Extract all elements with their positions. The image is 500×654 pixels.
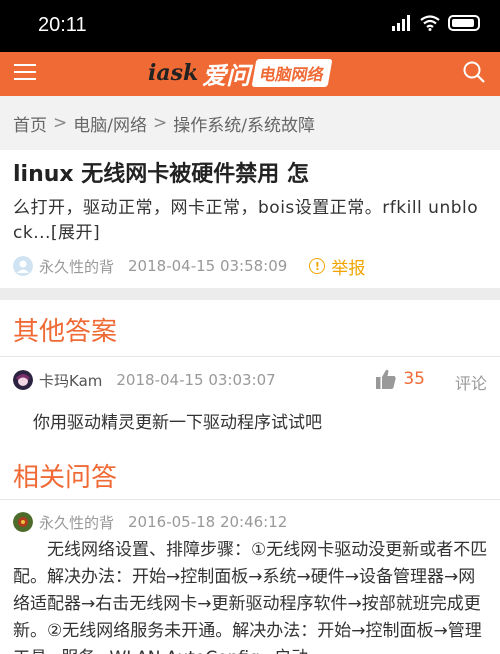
other-answers-title: 其他答案 bbox=[13, 317, 118, 347]
breadcrumb-category[interactable]: 电脑/网络 bbox=[73, 111, 147, 136]
section-gap bbox=[0, 288, 500, 300]
battery-icon bbox=[448, 15, 480, 31]
like-count: 35 bbox=[403, 369, 425, 389]
breadcrumb-home[interactable]: 首页 bbox=[13, 111, 47, 136]
breadcrumb: 首页 > 电脑/网络 > 操作系统/系统故障 bbox=[0, 96, 500, 150]
related-meta: 永久性的背 2016-05-18 20:46:12 bbox=[13, 510, 287, 534]
question-meta: 永久性的背 2018-04-15 03:58:09 ! 举报 bbox=[13, 254, 487, 279]
search-icon[interactable] bbox=[462, 60, 486, 84]
status-bar: 20:11 bbox=[0, 0, 500, 52]
app-header: iask 爱问 电脑网络 bbox=[0, 52, 500, 96]
breadcrumb-separator: > bbox=[152, 113, 168, 133]
related-time: 2016-05-18 20:46:12 bbox=[128, 513, 288, 531]
question-author[interactable]: 永久性的背 bbox=[39, 256, 114, 277]
comment-button[interactable]: 评论 bbox=[455, 370, 487, 394]
signal-icon bbox=[392, 15, 410, 31]
question-time: 2018-04-15 03:58:09 bbox=[128, 257, 288, 275]
divider bbox=[0, 356, 500, 357]
answer-author[interactable]: 卡玛Kam bbox=[39, 370, 102, 391]
report-label: 举报 bbox=[331, 258, 366, 279]
related-answer-text[interactable]: 无线网络设置、排障步骤：①无线网卡驱动没更新或者不匹配。解决办法：开始→控制面板… bbox=[13, 537, 489, 654]
logo-sub: 电脑网络 bbox=[251, 59, 333, 87]
answer-time: 2018-04-15 03:03:07 bbox=[116, 371, 276, 389]
avatar bbox=[13, 256, 33, 276]
question-title: linux 无线网卡被硬件禁用 怎 bbox=[13, 162, 309, 187]
related-author[interactable]: 永久性的背 bbox=[39, 512, 114, 533]
status-time: 20:11 bbox=[38, 14, 87, 36]
breadcrumb-subcategory[interactable]: 操作系统/系统故障 bbox=[173, 111, 315, 136]
logo-mark: iask bbox=[148, 60, 199, 86]
avatar bbox=[13, 370, 33, 390]
question-body[interactable]: 么打开，驱动正常，网卡正常，bois设置正常。rfkill unblock...… bbox=[13, 196, 487, 246]
thumbs-up-icon bbox=[376, 369, 396, 389]
warning-icon: ! bbox=[309, 258, 326, 274]
avatar bbox=[13, 512, 33, 532]
related-title: 相关问答 bbox=[13, 463, 118, 493]
answer-text: 你用驱动精灵更新一下驱动程序试试吧 bbox=[33, 413, 322, 433]
report-button[interactable]: ! 举报 bbox=[309, 254, 365, 279]
logo-brand: 爱问 bbox=[202, 61, 251, 90]
wifi-icon bbox=[420, 15, 440, 31]
status-icons bbox=[392, 15, 480, 31]
site-logo[interactable]: iask 爱问 电脑网络 bbox=[148, 56, 333, 90]
like-button[interactable]: 35 bbox=[375, 368, 425, 390]
menu-icon[interactable] bbox=[14, 62, 36, 82]
breadcrumb-separator: > bbox=[53, 113, 68, 133]
question-card: linux 无线网卡被硬件禁用 怎 么打开，驱动正常，网卡正常，bois设置正常… bbox=[0, 150, 500, 288]
divider bbox=[0, 499, 500, 500]
